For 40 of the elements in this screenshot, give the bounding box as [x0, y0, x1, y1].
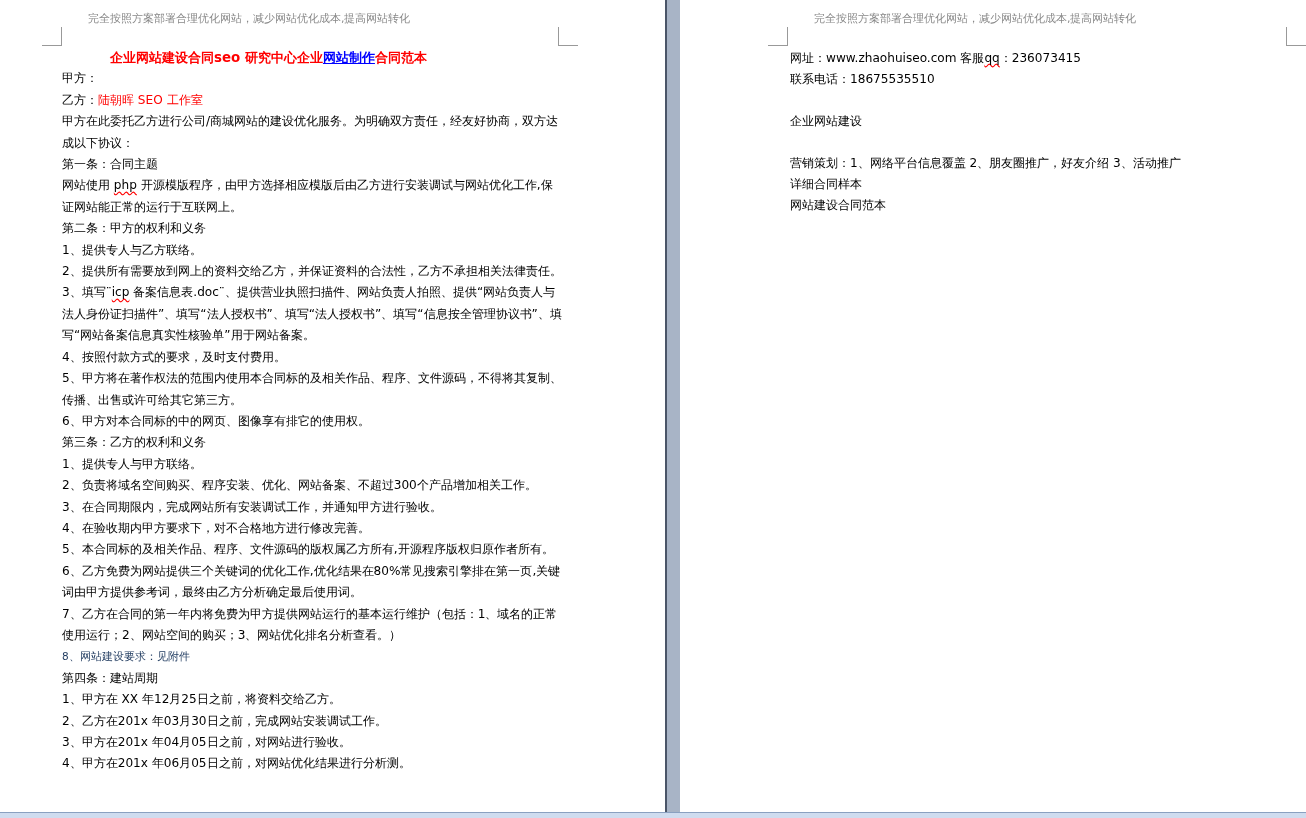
paragraph: 2、负责将域名空间购买、程序安装、优化、网站备案、不超过300个产品增加相关工作。: [62, 477, 538, 495]
paragraph: 第四条：建站周期: [62, 669, 159, 687]
paragraph: 第三条：乙方的权利和义务: [62, 434, 207, 452]
paragraph: 1、提供专人与甲方联络。: [62, 455, 203, 473]
margin-corner-mark: [42, 27, 62, 46]
paragraph: 联系电话：18675535510: [790, 71, 936, 88]
paragraph: 第二条：甲方的权利和义务: [62, 220, 207, 238]
margin-corner-mark: [558, 27, 578, 46]
paragraph: 营销策划：1、网络平台信息覆盖 2、朋友圈推广，好友介绍 3、活动推广: [790, 155, 1182, 172]
paragraph: 4、按照付款方式的要求，及时支付费用。: [62, 348, 287, 366]
paragraph: 6、甲方对本合同标的中的网页、图像享有排它的使用权。: [62, 412, 371, 430]
paragraph: 7、乙方在合同的第一年内将免费为甲方提供网站运行的基本运行维护（包括：1、域名的正常使用运行；2、网站空间的购买；3、网站优化排名分析查看。）: [62, 605, 559, 644]
paragraph: 乙方：陆朝晖 SEO 工作室: [62, 91, 204, 109]
paragraph: 4、甲方在201x 年06月05日之前，对网站优化结果进行分析测。: [62, 755, 412, 773]
paragraph: 详细合同样本: [790, 176, 863, 193]
paragraph: 甲方：: [62, 70, 99, 88]
paragraph: 网址：www.zhaohuiseo.com 客服qq：236073415: [790, 50, 1082, 67]
paragraph: 2、提供所有需要放到网上的资料交给乙方，并保证资料的合法性，乙方不承担相关法律责任。: [62, 263, 562, 281]
paragraph: 网站建设合同范本: [790, 197, 887, 214]
document-title: 企业网站建设合同seo 研究中心企业网站制作合同范本: [109, 49, 428, 67]
paragraph: 5、本合同标的及相关作品、程序、文件源码的版权属乙方所有,开源程序版权归原作者所有。: [62, 541, 555, 559]
page-header: 完全按照方案部署合理优化网站，减少网站优化成本,提高网站转化: [88, 12, 411, 25]
paragraph: 甲方在此委托乙方进行公司/商城网站的建设优化服务。为明确双方责任，经友好协商，双方达成以下协议：: [62, 113, 560, 152]
paragraph: 2、乙方在201x 年03月30日之前，完成网站安装调试工作。: [62, 712, 388, 730]
paragraph: 4、在验收期内甲方要求下，对不合格地方进行修改完善。: [62, 519, 371, 537]
paragraph: 8、网站建设要求：见附件: [62, 649, 191, 665]
margin-corner-mark: [768, 27, 788, 46]
paragraph: 5、甲方将在著作权法的范围内使用本合同标的及相关作品、程序、文件源码，不得将其复制、传播、出售或许可给其它第三方。: [62, 370, 562, 409]
paragraph: 1、提供专人与乙方联络。: [62, 241, 203, 259]
paragraph: 3、填写¨icp 备案信息表.doc¨、提供营业执照扫描件、网站负责人拍照、提供“网站负责人与法人身份证扫描件”、填写“法人授权书”、填写“法人授权书”、填写“信息按全管理协议书”、填写“网站备案信息真实性核验单”用于网站备案。: [62, 284, 562, 345]
page-header: 完全按照方案部署合理优化网站，减少网站优化成本,提高网站转化: [814, 12, 1137, 25]
margin-corner-mark: [1286, 27, 1306, 46]
paragraph: 网站使用 php 开源模版程序，由甲方选择相应模版后由乙方进行安装调试与网站优化工作,保证网站能正常的运行于互联网上。: [62, 177, 554, 216]
paragraph: 1、甲方在 XX 年12月25日之前，将资料交给乙方。: [62, 691, 342, 709]
paragraph: 3、甲方在201x 年04月05日之前，对网站进行验收。: [62, 734, 352, 751]
paragraph: 3、在合同期限内，完成网站所有安装调试工作，并通知甲方进行验收。: [62, 498, 443, 516]
link[interactable]: 网站制作: [322, 50, 375, 65]
paragraph: 6、乙方免费为网站提供三个关键词的优化工作,优化结果在80%常见搜索引擎排在第一页,关键词由甲方提供参考词，最终由乙方分析确定最后使用词。: [62, 562, 562, 602]
paragraph: 第一条：合同主题: [62, 156, 159, 174]
paragraph: 企业网站建设: [790, 113, 863, 130]
